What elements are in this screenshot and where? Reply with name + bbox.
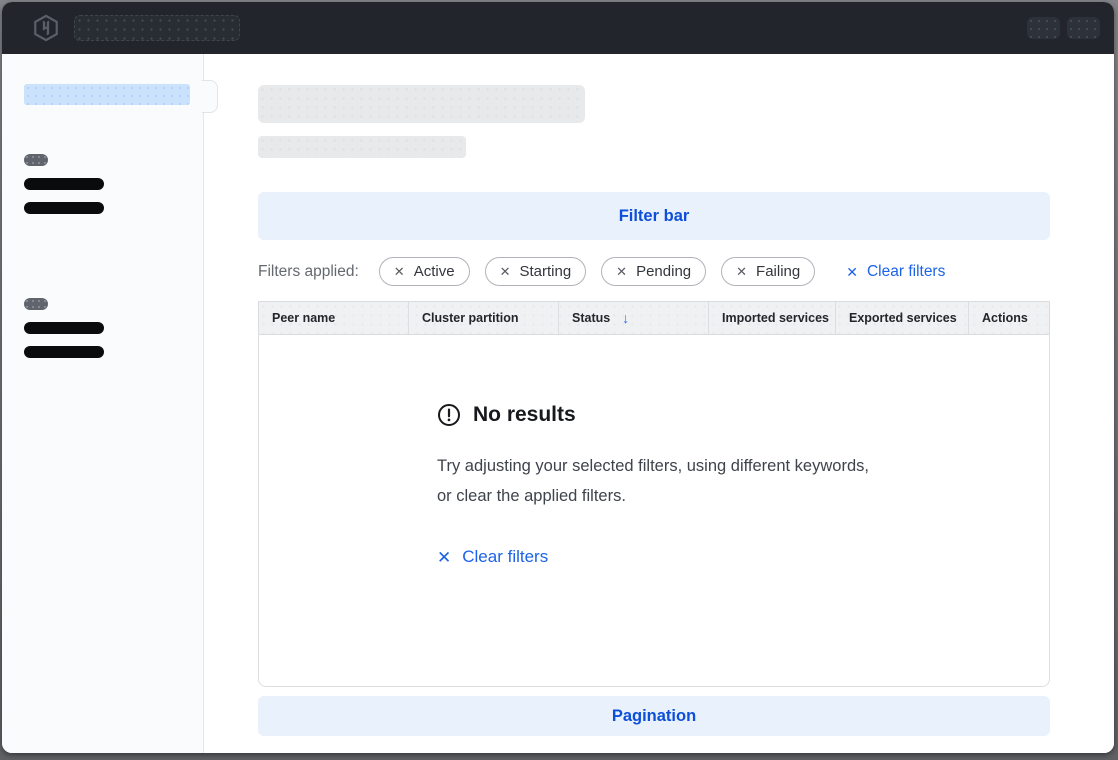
pagination-label: Pagination (612, 707, 696, 726)
page-title-skeleton (258, 85, 585, 123)
close-icon[interactable]: ✕ (394, 265, 405, 278)
filter-bar-label: Filter bar (619, 207, 690, 226)
main-content: Filter bar Filters applied: ✕ Active ✕ S… (204, 54, 1114, 753)
nav-action-placeholder[interactable] (1067, 17, 1100, 39)
clear-filters-link[interactable]: ✕ Clear filters (846, 263, 945, 281)
sidebar-section-label-skeleton (24, 154, 48, 166)
empty-state-header: No results (437, 403, 1049, 427)
nav-action-placeholder[interactable] (1027, 17, 1060, 39)
top-navbar (2, 2, 1114, 54)
close-icon[interactable]: ✕ (616, 265, 627, 278)
close-icon: ✕ (846, 265, 858, 279)
page-subtitle-skeleton (258, 136, 466, 158)
filter-pill-label: Pending (636, 263, 691, 280)
column-header-exported-services[interactable]: Exported services (835, 302, 968, 334)
column-header-peer-name[interactable]: Peer name (259, 302, 408, 334)
close-icon: ✕ (437, 549, 451, 566)
column-header-label: Imported services (722, 311, 829, 325)
filter-pill-failing[interactable]: ✕ Failing (721, 257, 815, 286)
hashicorp-logo-icon (32, 14, 60, 42)
close-icon[interactable]: ✕ (500, 265, 511, 278)
column-header-label: Actions (982, 311, 1028, 325)
column-header-label: Status (572, 311, 610, 325)
sidebar-item-skeleton[interactable] (24, 346, 104, 358)
column-header-label: Peer name (272, 311, 335, 325)
filter-pill-label: Starting (519, 263, 571, 280)
sidebar-item-skeleton[interactable] (24, 202, 104, 214)
clear-filters-label: Clear filters (867, 263, 945, 281)
sidebar (2, 54, 204, 753)
filter-pill-starting[interactable]: ✕ Starting (485, 257, 587, 286)
sort-descending-icon[interactable]: ↓ (622, 310, 629, 326)
column-header-cluster-partition[interactable]: Cluster partition (408, 302, 558, 334)
empty-state-title: No results (473, 403, 576, 427)
column-header-label: Exported services (849, 311, 957, 325)
clear-filters-label: Clear filters (462, 547, 548, 567)
filter-pill-label: Active (414, 263, 455, 280)
column-header-actions[interactable]: Actions (968, 302, 1049, 334)
app-body: Filter bar Filters applied: ✕ Active ✕ S… (2, 54, 1114, 753)
clear-filters-link[interactable]: ✕ Clear filters (437, 547, 1049, 567)
filter-pill-label: Failing (756, 263, 800, 280)
sidebar-item-skeleton[interactable] (24, 178, 104, 190)
sidebar-selected-item-skeleton[interactable] (24, 84, 190, 105)
sidebar-section-label-skeleton (24, 298, 48, 310)
filter-bar-placeholder[interactable]: Filter bar (258, 192, 1050, 240)
alert-circle-icon (437, 403, 461, 427)
filter-pill-pending[interactable]: ✕ Pending (601, 257, 706, 286)
table-body-empty-state: No results Try adjusting your selected f… (258, 335, 1050, 687)
filter-pill-active[interactable]: ✕ Active (379, 257, 470, 286)
filters-applied-label: Filters applied: (258, 263, 359, 281)
close-icon[interactable]: ✕ (736, 265, 747, 278)
filters-applied-row: Filters applied: ✕ Active ✕ Starting ✕ P… (258, 257, 1050, 286)
column-header-imported-services[interactable]: Imported services (708, 302, 835, 334)
peers-table: Peer name Cluster partition Status ↓ Imp… (258, 301, 1050, 687)
app-window: Filter bar Filters applied: ✕ Active ✕ S… (2, 2, 1114, 753)
column-header-status[interactable]: Status ↓ (558, 302, 708, 334)
empty-state-description: Try adjusting your selected filters, usi… (437, 451, 869, 511)
column-header-label: Cluster partition (422, 311, 519, 325)
sidebar-item-skeleton[interactable] (24, 322, 104, 334)
sidebar-flyout-notch[interactable] (202, 80, 218, 113)
nav-search-skeleton[interactable] (74, 15, 240, 41)
pagination-placeholder[interactable]: Pagination (258, 696, 1050, 736)
table-header-row: Peer name Cluster partition Status ↓ Imp… (258, 301, 1050, 335)
